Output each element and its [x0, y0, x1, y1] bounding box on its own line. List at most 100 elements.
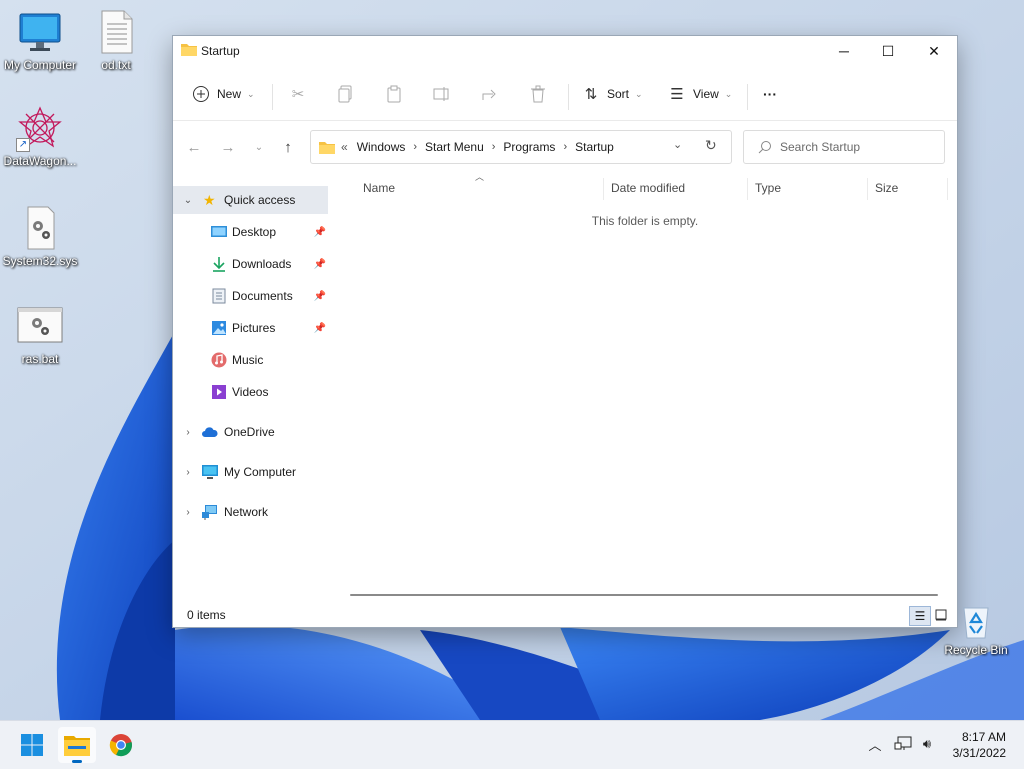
sidebar-item-music[interactable]: Music	[173, 346, 328, 374]
desktop-icon-od-txt[interactable]: od.txt	[76, 8, 156, 72]
desktop-icon-my-computer[interactable]: My Computer	[0, 8, 80, 72]
up-button[interactable]: ↑	[276, 135, 300, 159]
back-button[interactable]: ←	[182, 135, 206, 159]
share-button[interactable]	[480, 76, 500, 112]
delete-button[interactable]	[528, 76, 548, 112]
new-button[interactable]: New ⌄	[191, 76, 255, 112]
rename-button[interactable]	[432, 76, 452, 112]
sidebar-item-network[interactable]: › Network	[173, 498, 328, 526]
taskbar-chrome[interactable]	[102, 727, 140, 763]
arrow-right-icon: →	[220, 138, 236, 156]
navigation-pane: ⌄ ★ Quick access Desktop 📌 Downloads 📌 D…	[173, 186, 331, 586]
breadcrumb-start-menu[interactable]: Start Menu	[425, 140, 484, 154]
sidebar-item-documents[interactable]: Documents 📌	[173, 282, 328, 310]
desktop-icon-label: DataWagon...	[3, 154, 77, 168]
minimize-icon: ─	[839, 43, 849, 59]
horizontal-scrollbar[interactable]	[350, 594, 938, 596]
pin-icon: 📌	[313, 258, 326, 270]
show-hidden-icons-button[interactable]: ︿	[866, 735, 884, 753]
desktop-icon-label: od.txt	[101, 58, 131, 72]
shortcut-arrow-icon: ↗	[16, 138, 30, 152]
sidebar-item-label: Documents	[232, 289, 293, 303]
chevron-down-icon: ⌄	[635, 88, 643, 99]
address-bar[interactable]: « Windows › Start Menu › Programs › Star…	[310, 130, 732, 164]
sort-icon: ⇅	[584, 86, 598, 103]
speaker-icon: 🔊︎	[922, 736, 932, 751]
desktop-icon-recycle-bin[interactable]: Recycle Bin	[940, 600, 1012, 657]
scissors-icon: ✂	[291, 86, 305, 103]
desktop-icon-ras-bat[interactable]: ras.bat	[0, 302, 80, 366]
maximize-button[interactable]: ☐	[865, 36, 911, 66]
close-button[interactable]: ✕	[911, 36, 957, 66]
search-box[interactable]: Search Startup	[743, 130, 945, 164]
clipboard-icon	[384, 84, 404, 104]
column-type[interactable]: Type	[755, 174, 781, 202]
column-divider[interactable]	[603, 178, 604, 200]
view-button[interactable]: ☰ View ⌄	[667, 76, 732, 112]
folder-icon	[319, 141, 335, 154]
sidebar-item-downloads[interactable]: Downloads 📌	[173, 250, 328, 278]
paste-button[interactable]	[384, 76, 404, 112]
active-indicator	[72, 760, 82, 763]
taskbar: ︿ 🔊︎ 8:17 AM 3/31/2022	[0, 720, 1024, 769]
desktop-icon-datawagon[interactable]: ↗ DataWagon...	[0, 104, 80, 168]
column-size[interactable]: Size	[875, 174, 898, 202]
forward-button[interactable]: →	[216, 135, 240, 159]
copy-button[interactable]	[336, 76, 356, 112]
sidebar-item-label: Desktop	[232, 225, 277, 239]
column-date-modified[interactable]: Date modified	[611, 174, 685, 202]
folder-icon	[181, 44, 197, 56]
sort-button[interactable]: ⇅ Sort ⌄	[581, 76, 643, 112]
view-label: View	[693, 87, 719, 101]
taskbar-file-explorer[interactable]	[58, 727, 96, 763]
command-bar: New ⌄ ✂ ⇅ Sort ⌄ ☰ View ⌄ ···	[173, 76, 957, 112]
navigation-bar: ← → ⌄ ↑ « Windows › Start Menu › Program…	[173, 130, 957, 164]
title-bar[interactable]: Startup ─ ☐ ✕	[173, 36, 957, 66]
search-input[interactable]: Search Startup	[780, 140, 860, 154]
column-divider[interactable]	[747, 178, 748, 200]
chevron-up-icon: ︿	[868, 737, 882, 753]
column-divider[interactable]	[947, 178, 948, 200]
desktop-icon-system32-sys[interactable]: System32.sys	[0, 204, 80, 268]
app-shortcut-icon: ↗	[16, 104, 64, 152]
videos-icon	[212, 385, 226, 399]
chevron-right-icon: ›	[186, 506, 190, 518]
sidebar-item-my-computer[interactable]: › My Computer	[173, 458, 328, 486]
refresh-button[interactable]: ↻	[705, 137, 717, 154]
column-divider[interactable]	[867, 178, 868, 200]
toolbar-divider	[568, 84, 569, 110]
sidebar-item-quick-access[interactable]: ⌄ ★ Quick access	[173, 186, 328, 214]
sidebar-item-videos[interactable]: Videos	[173, 378, 328, 406]
pictures-icon	[212, 321, 226, 335]
address-history-button[interactable]: ⌄	[673, 138, 682, 151]
network-status-button[interactable]	[894, 735, 912, 753]
copy-icon	[336, 84, 356, 104]
cloud-icon	[202, 427, 218, 437]
sort-label: Sort	[607, 87, 630, 101]
new-label: New	[217, 87, 242, 101]
minimize-button[interactable]: ─	[821, 36, 867, 66]
chevron-right-icon: ›	[563, 141, 568, 153]
file-explorer-window: Startup ─ ☐ ✕ New ⌄ ✂ ⇅ Sort ⌄ ☰ View ⌄ …	[173, 36, 957, 627]
volume-button[interactable]: 🔊︎	[918, 735, 936, 753]
breadcrumb-overflow[interactable]: «	[341, 140, 348, 154]
sidebar-item-pictures[interactable]: Pictures 📌	[173, 314, 328, 342]
details-view-button[interactable]: ☰	[909, 606, 931, 626]
breadcrumb-startup[interactable]: Startup	[575, 140, 614, 154]
sidebar-item-desktop[interactable]: Desktop 📌	[173, 218, 328, 246]
chevron-down-icon: ⌄	[673, 139, 683, 151]
more-options-button[interactable]: ···	[763, 76, 777, 112]
system-clock[interactable]: 8:17 AM 3/31/2022	[953, 729, 1006, 761]
cut-button[interactable]: ✂	[288, 76, 308, 112]
column-name[interactable]: Name	[363, 174, 395, 202]
sidebar-item-onedrive[interactable]: › OneDrive	[173, 418, 328, 446]
start-button[interactable]	[13, 727, 51, 763]
plus-circle-icon	[191, 84, 211, 104]
system-file-icon	[16, 204, 64, 252]
breadcrumb-windows[interactable]: Windows	[357, 140, 406, 154]
monitor-icon	[202, 465, 218, 479]
chevron-down-icon: ⌄	[247, 88, 255, 99]
toolbar-separator	[173, 120, 957, 121]
recent-locations-button[interactable]: ⌄	[247, 135, 271, 159]
breadcrumb-programs[interactable]: Programs	[503, 140, 555, 154]
